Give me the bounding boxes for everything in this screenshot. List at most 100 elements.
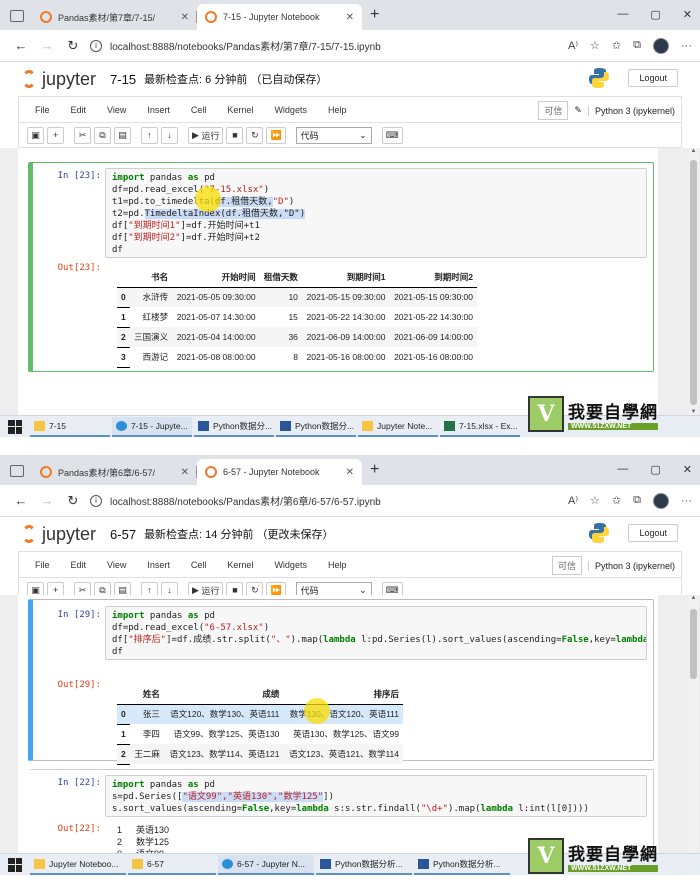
code-cell[interactable]: In [23]: import pandas as pd df=pd.read_e… [28,162,654,372]
command-palette-icon[interactable]: ⌨ [381,126,403,144]
collections-icon[interactable]: ⧉ [633,39,641,52]
scrollbar-thumb[interactable] [690,160,697,405]
scrollbar[interactable]: ▲ ▼ [689,148,698,415]
menu-kernel[interactable]: Kernel [227,105,253,115]
menu-file[interactable]: File [35,560,50,570]
restart-run-icon[interactable]: ⏩ [266,126,286,144]
move-down-icon[interactable]: ↓ [161,126,178,144]
taskbar-item[interactable]: 7-15 - Jupyte... [112,416,192,437]
menu-help[interactable]: Help [328,105,347,115]
taskbar-item[interactable]: 7-15.xlsx - Ex... [440,416,520,437]
minimize-icon[interactable]: — [617,8,628,21]
tab-actions-icon[interactable] [10,465,24,477]
back-icon[interactable]: ← [8,493,34,508]
menu-file[interactable]: File [35,105,50,115]
read-aloud-icon[interactable]: A⁾ [568,494,578,507]
taskbar-item[interactable]: Python数据分... [276,416,356,437]
tab-actions-icon[interactable] [10,10,24,22]
favorites-list-icon[interactable]: ✩ [612,39,621,52]
collections-icon[interactable]: ⧉ [633,494,641,507]
taskbar-item[interactable]: Jupyter Note... [358,416,438,437]
favorites-list-icon[interactable]: ✩ [612,494,621,507]
jupyter-logo[interactable]: jupyter [22,524,96,545]
favorite-icon[interactable]: ☆ [590,39,600,52]
taskbar-item[interactable]: 6-57 [128,854,216,875]
pencil-icon[interactable]: ✎ [574,105,582,116]
forward-icon[interactable]: → [34,38,60,53]
new-tab-icon[interactable]: + [370,6,379,24]
avatar[interactable] [653,37,669,54]
url-field[interactable]: i localhost:8888/notebooks/Pandas素材/第7章/7… [90,38,568,53]
menu-insert[interactable]: Insert [147,560,170,570]
taskbar-item[interactable]: Python数据分析... [414,854,510,875]
scroll-up-icon[interactable]: ▲ [689,148,698,154]
more-icon[interactable]: ··· [681,495,692,507]
logout-button[interactable]: Logout [628,524,678,542]
notebook-title[interactable]: 6-57 [110,527,136,542]
browser-tab[interactable]: Pandas素材/第6章/6-57/ ✕ [32,459,197,485]
stop-icon[interactable]: ■ [226,126,244,144]
menu-view[interactable]: View [107,105,126,115]
close-icon[interactable]: ✕ [346,467,354,478]
info-icon[interactable]: i [90,39,102,52]
menu-insert[interactable]: Insert [147,105,170,115]
trusted-badge[interactable]: 可信 [538,101,569,120]
paste-icon[interactable]: ▤ [114,126,131,144]
jupyter-logo[interactable]: jupyter [22,69,96,90]
menu-kernel[interactable]: Kernel [227,560,253,570]
refresh-icon[interactable]: ↻ [60,493,86,509]
add-cell-icon[interactable]: + [47,126,64,144]
run-button[interactable]: ▶ 运行 [188,126,224,144]
close-icon[interactable]: ✕ [181,467,189,478]
maximize-icon[interactable]: ▢ [650,463,660,476]
code-editor[interactable]: import pandas as pd df=pd.read_excel("7-1… [105,168,647,258]
back-icon[interactable]: ← [8,38,34,53]
notebook-title[interactable]: 7-15 [110,72,136,87]
copy-icon[interactable]: ⧉ [94,126,111,144]
cut-icon[interactable]: ✂ [74,126,91,144]
browser-tab[interactable]: Pandas素材/第7章/7-15/ ✕ [32,4,197,30]
close-icon[interactable]: ✕ [181,12,189,23]
menu-cell[interactable]: Cell [191,105,207,115]
more-icon[interactable]: ··· [681,40,692,52]
menu-view[interactable]: View [107,560,126,570]
scroll-up-icon[interactable]: ▲ [689,595,698,601]
taskbar-item[interactable]: 6-57 - Jupyter N... [218,854,314,875]
taskbar-item[interactable]: Python数据分... [194,416,274,437]
taskbar-item[interactable]: 7-15 [30,416,110,437]
info-icon[interactable]: i [90,494,102,507]
close-icon[interactable]: ✕ [346,12,354,23]
menu-edit[interactable]: Edit [71,560,87,570]
menu-widgets[interactable]: Widgets [274,560,307,570]
url-field[interactable]: i localhost:8888/notebooks/Pandas素材/第6章/6… [90,493,568,508]
windows-start-icon[interactable] [8,419,22,434]
windows-start-icon[interactable] [8,857,22,872]
menu-widgets[interactable]: Widgets [274,105,307,115]
menu-help[interactable]: Help [328,560,347,570]
scrollbar-thumb[interactable] [690,609,697,679]
menu-edit[interactable]: Edit [71,105,87,115]
close-window-icon[interactable]: ✕ [683,463,692,476]
minimize-icon[interactable]: — [617,463,628,476]
code-cell[interactable]: In [29]: import pandas as pd df=pd.read_e… [28,599,654,765]
favorite-icon[interactable]: ☆ [590,494,600,507]
restart-icon[interactable]: ↻ [246,126,264,144]
new-tab-icon[interactable]: + [370,461,379,479]
code-editor[interactable]: import pandas as pd s=pd.Series(["语文99","… [105,775,647,817]
menu-cell[interactable]: Cell [191,560,207,570]
scrollbar[interactable]: ▲ [689,595,698,855]
taskbar-item[interactable]: Jupyter Noteboo... [30,854,126,875]
trusted-badge[interactable]: 可信 [551,556,582,575]
read-aloud-icon[interactable]: A⁾ [568,39,578,52]
refresh-icon[interactable]: ↻ [60,38,86,54]
taskbar-item[interactable]: Python数据分析... [316,854,412,875]
cell-type-select[interactable]: 代码 ⌄ [295,126,372,144]
close-window-icon[interactable]: ✕ [683,8,692,21]
save-icon[interactable]: ▣ [27,126,44,144]
browser-tab-active[interactable]: 6-57 - Jupyter Notebook ✕ [197,459,362,485]
browser-tab-active[interactable]: 7-15 - Jupyter Notebook ✕ [197,4,362,30]
maximize-icon[interactable]: ▢ [650,8,660,21]
avatar[interactable] [653,492,669,509]
code-editor[interactable]: import pandas as pd df=pd.read_excel("6-5… [105,606,647,660]
forward-icon[interactable]: → [34,493,60,508]
